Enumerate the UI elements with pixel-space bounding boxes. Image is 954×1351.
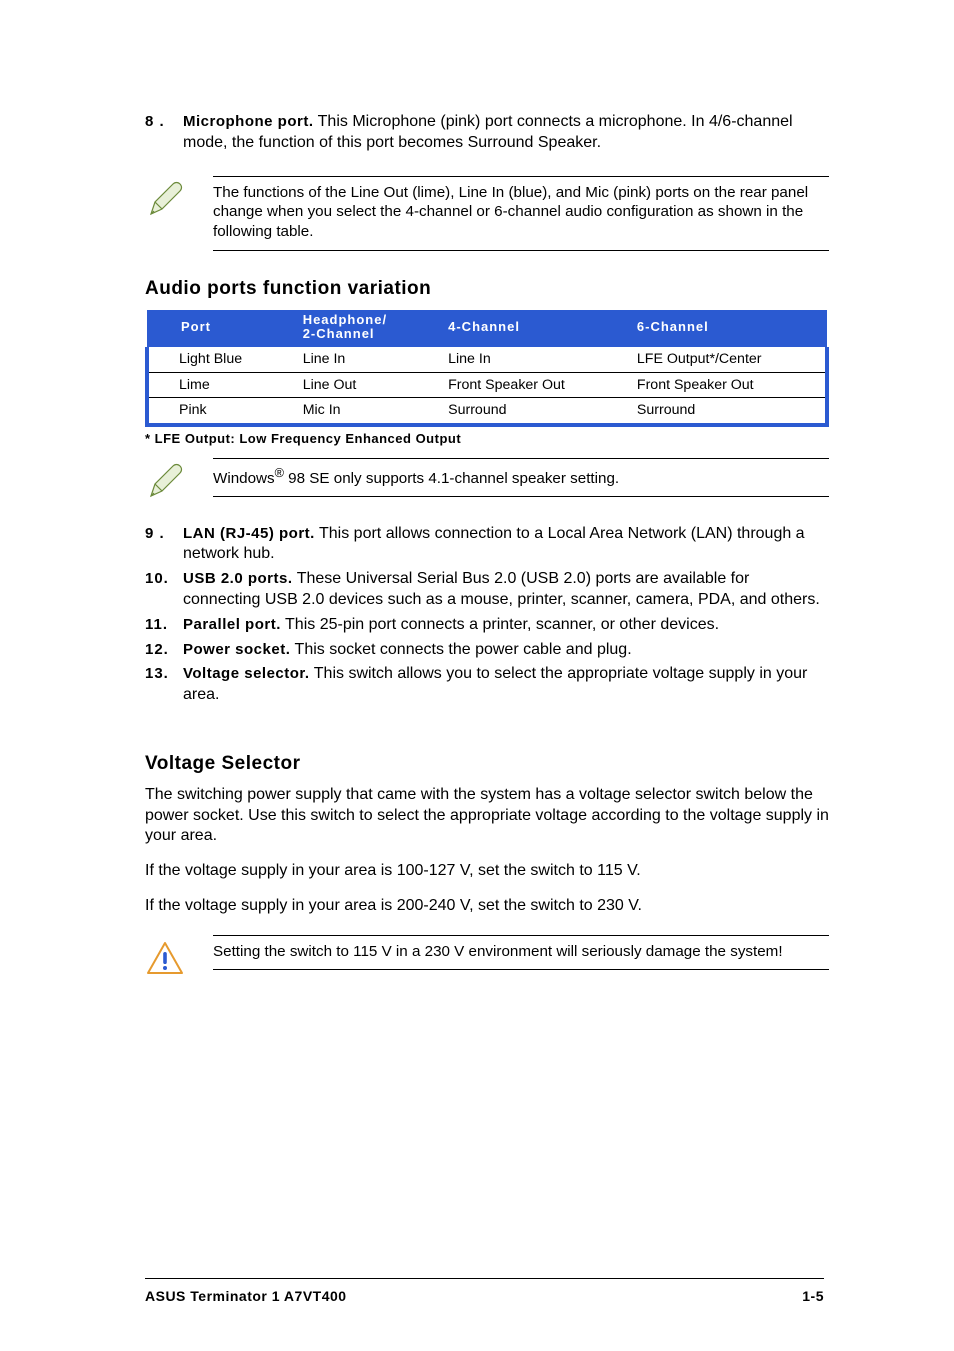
list-item-10: 10. USB 2.0 ports. These Universal Seria… <box>145 569 829 611</box>
footer-product: ASUS Terminator 1 A7VT400 <box>145 1287 347 1305</box>
list-item-12: 12. Power socket. This socket connects t… <box>145 640 829 661</box>
th-headphone: Headphone/2-Channel <box>291 310 436 348</box>
cell: Light Blue <box>147 347 291 372</box>
warning-text: Setting the switch to 115 V in a 230 V e… <box>213 935 829 971</box>
item-body: USB 2.0 ports. These Universal Serial Bu… <box>183 569 829 611</box>
table-row: Light Blue Line In Line In LFE Output*/C… <box>147 347 827 372</box>
item-title: Voltage selector. <box>183 665 310 682</box>
audio-ports-table: Port Headphone/2-Channel 4-Channel 6-Cha… <box>145 310 829 427</box>
item-number: 8 . <box>145 112 183 154</box>
cell: Surround <box>625 398 827 425</box>
cell: Line In <box>436 347 625 372</box>
audio-ports-heading: Audio ports function variation <box>145 277 829 302</box>
note-text: Windows® 98 SE only supports 4.1-channel… <box>213 458 829 498</box>
voltage-para-3: If the voltage supply in your area is 20… <box>145 896 829 917</box>
list-item-9: 9 . LAN (RJ-45) port. This port allows c… <box>145 524 829 566</box>
pencil-note-icon <box>145 462 185 502</box>
item-number: 13. <box>145 664 183 706</box>
warning-icon <box>145 939 185 979</box>
note-block: Windows® 98 SE only supports 4.1-channel… <box>145 458 829 502</box>
cell: Surround <box>436 398 625 425</box>
item-text: This 25-pin port connects a printer, sca… <box>281 616 719 633</box>
cell: Lime <box>147 372 291 397</box>
table-row: Lime Line Out Front Speaker Out Front Sp… <box>147 372 827 397</box>
note-block: The functions of the Line Out (lime), Li… <box>145 176 829 251</box>
item-text: This socket connects the power cable and… <box>290 641 631 658</box>
cell: Line Out <box>291 372 436 397</box>
note-text: The functions of the Line Out (lime), Li… <box>213 176 829 251</box>
item-number: 11. <box>145 615 183 636</box>
cell: Mic In <box>291 398 436 425</box>
voltage-para-1: The switching power supply that came wit… <box>145 785 829 847</box>
item-title: Power socket. <box>183 641 290 658</box>
lfe-footnote: * LFE Output: Low Frequency Enhanced Out… <box>145 431 829 448</box>
th-4channel: 4-Channel <box>436 310 625 348</box>
cell: Pink <box>147 398 291 425</box>
item-number: 12. <box>145 640 183 661</box>
voltage-selector-heading: Voltage Selector <box>145 752 829 777</box>
list-item-8: 8 . Microphone port. This Microphone (pi… <box>145 112 829 154</box>
item-title: USB 2.0 ports. <box>183 570 293 587</box>
warning-block: Setting the switch to 115 V in a 230 V e… <box>145 935 829 979</box>
item-body: Voltage selector. This switch allows you… <box>183 664 829 706</box>
voltage-para-2: If the voltage supply in your area is 10… <box>145 861 829 882</box>
list-item-11: 11. Parallel port. This 25-pin port conn… <box>145 615 829 636</box>
pencil-note-icon <box>145 180 185 220</box>
item-number: 9 . <box>145 524 183 566</box>
item-body: Parallel port. This 25-pin port connects… <box>183 615 829 636</box>
item-title: Parallel port. <box>183 616 281 633</box>
cell: Line In <box>291 347 436 372</box>
th-port: Port <box>147 310 291 348</box>
table-row: Pink Mic In Surround Surround <box>147 398 827 425</box>
th-6channel: 6-Channel <box>625 310 827 348</box>
item-body: Microphone port. This Microphone (pink) … <box>183 112 829 154</box>
list-item-13: 13. Voltage selector. This switch allows… <box>145 664 829 706</box>
cell: LFE Output*/Center <box>625 347 827 372</box>
item-title: Microphone port. <box>183 113 314 130</box>
cell: Front Speaker Out <box>625 372 827 397</box>
item-number: 10. <box>145 569 183 611</box>
footer-page-number: 1-5 <box>802 1287 824 1305</box>
cell: Front Speaker Out <box>436 372 625 397</box>
item-title: LAN (RJ-45) port. <box>183 525 315 542</box>
item-body: LAN (RJ-45) port. This port allows conne… <box>183 524 829 566</box>
item-body: Power socket. This socket connects the p… <box>183 640 829 661</box>
page-footer: ASUS Terminator 1 A7VT400 1-5 <box>145 1278 824 1305</box>
